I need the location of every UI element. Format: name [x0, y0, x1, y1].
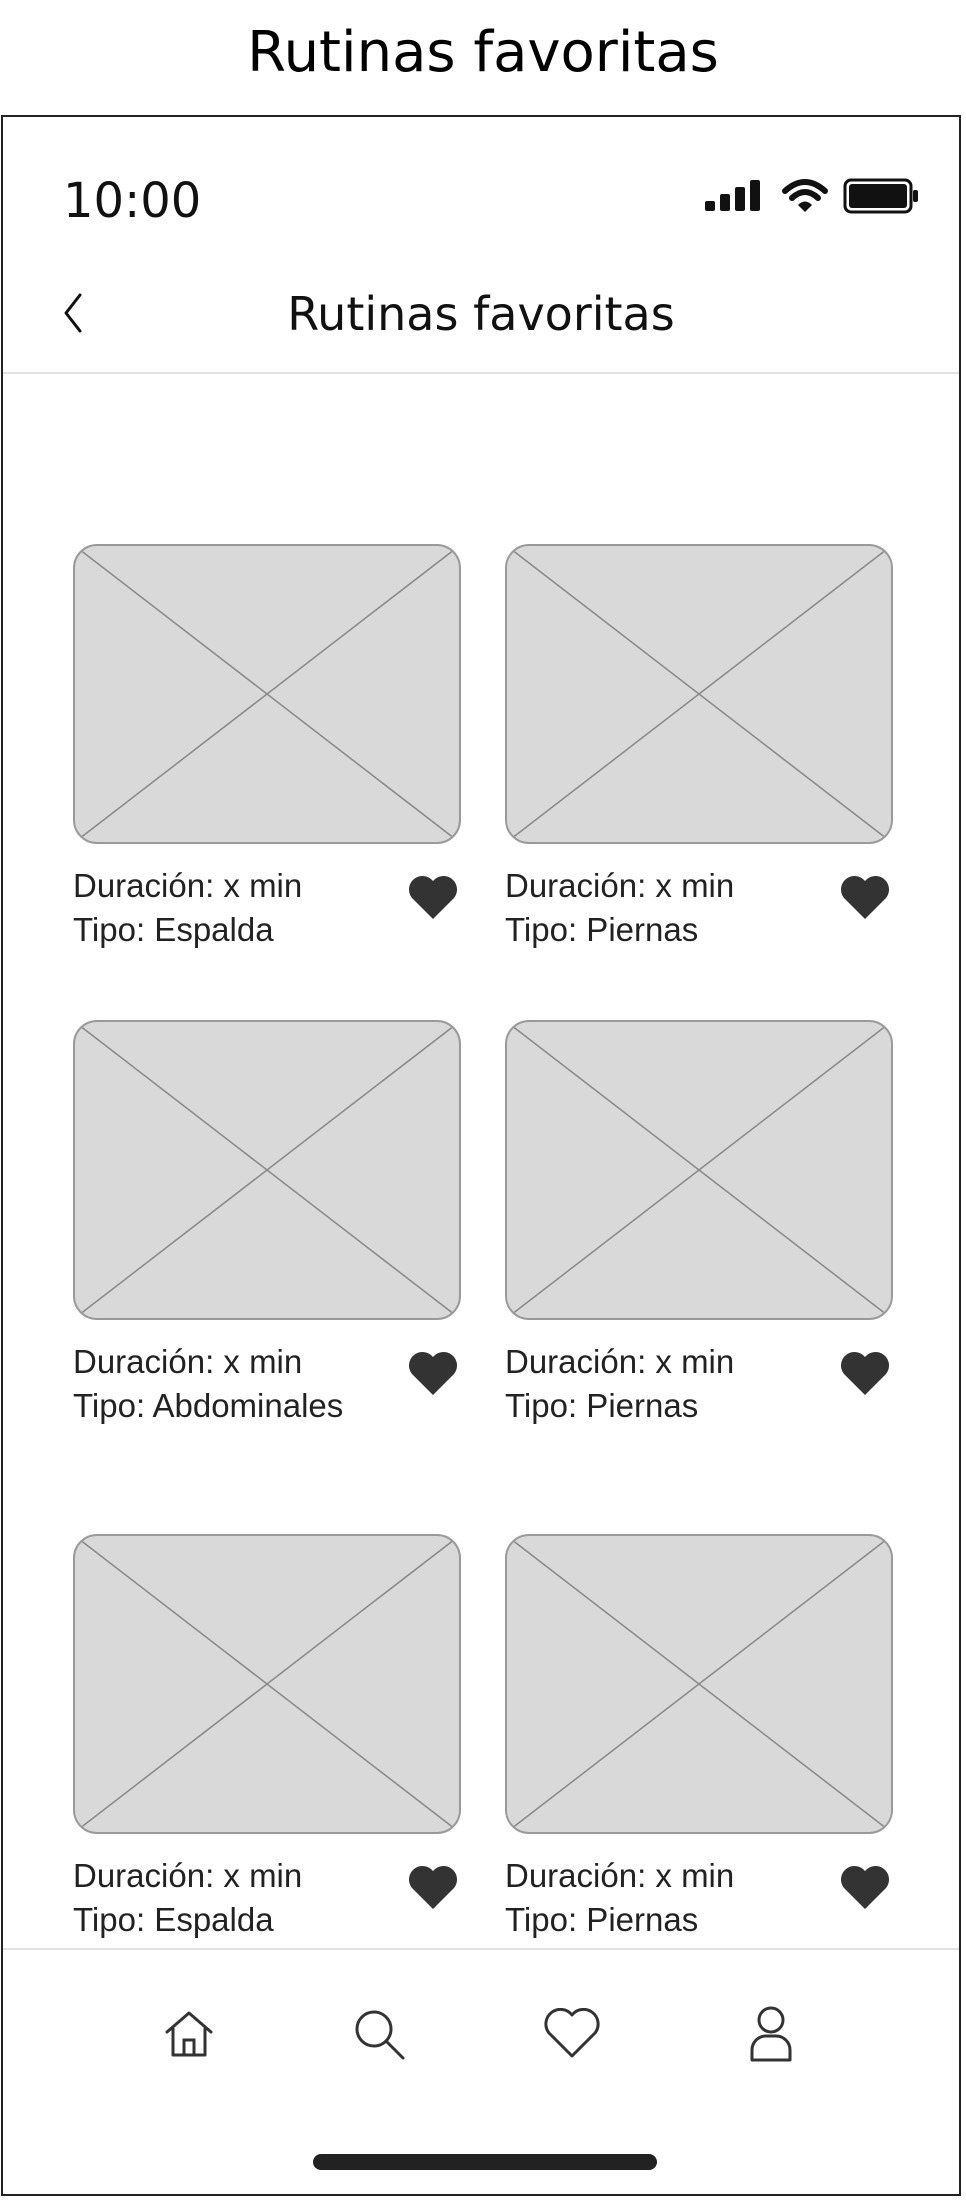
home-icon	[163, 2010, 215, 2063]
status-bar: 10:00	[3, 117, 959, 267]
routine-image-placeholder	[73, 544, 461, 844]
favorite-button[interactable]	[835, 870, 895, 930]
heart-filled-icon	[839, 1351, 891, 1402]
favorite-button[interactable]	[403, 870, 463, 930]
signal-icon	[703, 179, 767, 218]
heart-outline-icon	[543, 2007, 601, 2065]
routine-card[interactable]: Duración: x min Tipo: Abdominales	[73, 1020, 463, 1430]
routine-card[interactable]: Duración: x min Tipo: Piernas	[505, 1020, 895, 1430]
routine-image-placeholder	[505, 1534, 893, 1834]
status-time: 10:00	[63, 173, 202, 229]
wifi-icon	[781, 177, 829, 220]
bottom-nav	[3, 1948, 959, 2194]
heart-filled-icon	[407, 1351, 459, 1402]
favorite-button[interactable]	[403, 1860, 463, 1920]
routine-image-placeholder	[73, 1020, 461, 1320]
battery-icon	[843, 177, 921, 220]
status-icons	[703, 177, 921, 220]
routine-card[interactable]: Duración: x min Tipo: Piernas	[505, 1534, 895, 1944]
heart-filled-icon	[839, 1865, 891, 1916]
app-header: Rutinas favoritas	[3, 267, 959, 374]
heart-filled-icon	[407, 875, 459, 926]
routine-image-placeholder	[505, 544, 893, 844]
routine-image-placeholder	[73, 1534, 461, 1834]
routine-image-placeholder	[505, 1020, 893, 1320]
routine-card[interactable]: Duración: x min Tipo: Piernas	[505, 544, 895, 954]
page-title: Rutinas favoritas	[287, 287, 675, 341]
home-indicator[interactable]	[313, 2154, 657, 2170]
nav-profile[interactable]	[731, 1996, 811, 2076]
nav-home[interactable]	[149, 1996, 229, 2076]
favorite-button[interactable]	[835, 1860, 895, 1920]
phone-frame: 10:00 Rutinas favoritas Duración: x min …	[1, 115, 961, 2196]
page-caption: Rutinas favoritas	[247, 20, 719, 85]
routine-card[interactable]: Duración: x min Tipo: Espalda	[73, 544, 463, 954]
user-icon	[749, 2005, 793, 2068]
heart-filled-icon	[407, 1865, 459, 1916]
heart-filled-icon	[839, 875, 891, 926]
favorite-button[interactable]	[835, 1346, 895, 1406]
search-icon	[351, 2006, 407, 2067]
nav-search[interactable]	[339, 1996, 419, 2076]
favorite-button[interactable]	[403, 1346, 463, 1406]
nav-favorites[interactable]	[532, 1996, 612, 2076]
routine-card[interactable]: Duración: x min Tipo: Espalda	[73, 1534, 463, 1944]
